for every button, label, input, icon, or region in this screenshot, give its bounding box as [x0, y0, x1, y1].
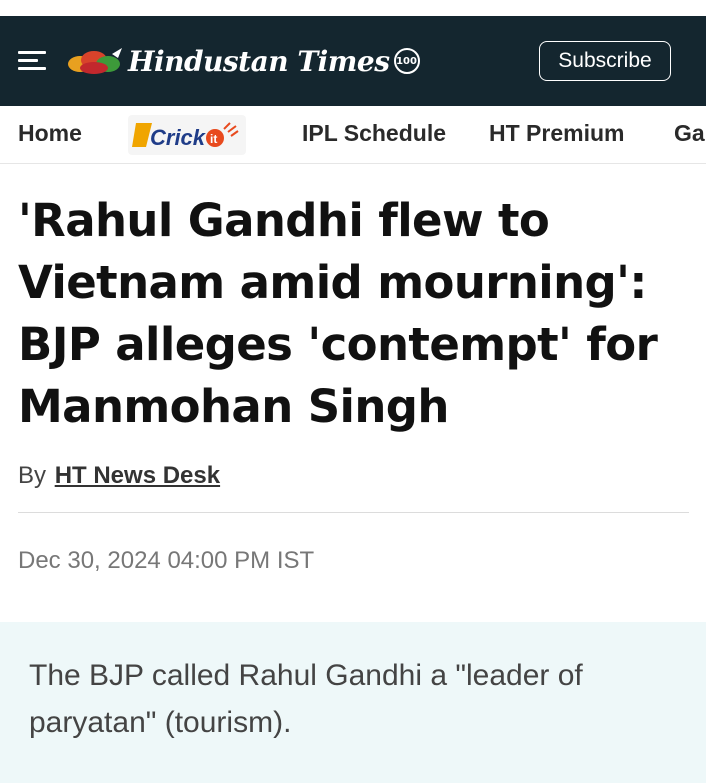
cricket-logo-text: Crick — [150, 125, 207, 150]
article-byline: By HT News Desk — [18, 462, 220, 490]
article-summary: The BJP called Rahul Gandhi a "leader of… — [29, 659, 583, 739]
article-summary-box: The BJP called Rahul Gandhi a "leader of… — [0, 622, 706, 783]
nav-item-ipl-schedule[interactable]: IPL Schedule — [302, 120, 446, 147]
nav-item-games[interactable]: Ga — [674, 120, 705, 147]
nav-item-home[interactable]: Home — [18, 120, 82, 147]
nav-item-ht-premium[interactable]: HT Premium — [489, 120, 624, 147]
logo-wordmark: Hindustan Times — [128, 44, 390, 78]
site-header: Hindustan Times 100 Subscribe — [0, 16, 706, 106]
byline-divider — [18, 512, 689, 513]
author-link[interactable]: HT News Desk — [55, 462, 220, 489]
svg-text:it: it — [210, 132, 217, 146]
section-nav: Home Crick it IPL Schedule HT Premium Ga — [0, 106, 706, 164]
byline-prefix: By — [18, 462, 47, 489]
logo-anniversary-badge: 100 — [393, 48, 420, 74]
hamburger-menu-icon[interactable] — [18, 49, 48, 73]
publish-date: Dec 30, 2024 04:00 PM IST — [18, 547, 315, 574]
site-logo[interactable]: Hindustan Times 100 — [66, 44, 420, 78]
logo-emblem-icon — [68, 48, 122, 74]
status-strip — [0, 0, 706, 16]
subscribe-button[interactable]: Subscribe — [539, 41, 671, 81]
cricket-logo-icon: Crick it — [132, 122, 239, 150]
nav-item-cricket[interactable]: Crick it — [128, 115, 246, 155]
article-headline: 'Rahul Gandhi flew to Vietnam amid mourn… — [18, 194, 658, 433]
